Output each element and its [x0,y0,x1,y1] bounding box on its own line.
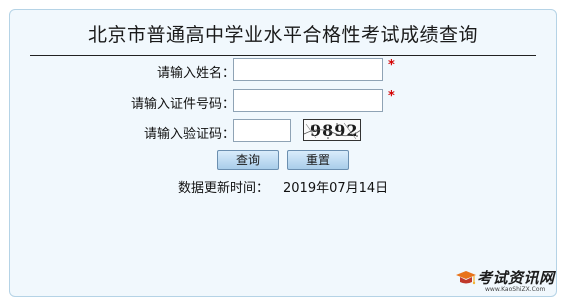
name-required-mark: * [388,58,395,73]
update-time-value: 2019年07月14日 [283,181,389,196]
update-time: 数据更新时间： 2019年07月14日 [178,177,388,196]
captcha-image[interactable]: 9892 [303,119,361,141]
id-required-mark: * [388,89,395,104]
captcha-label: 请输入验证码： [143,127,235,142]
mortarboard-icon [456,271,476,285]
update-time-label: 数据更新时间： [178,181,270,196]
name-input[interactable] [233,58,383,81]
reset-button[interactable]: 重置 [287,150,349,170]
site-watermark: 考试资讯网 www.KaoShiZX.Com [455,265,559,295]
captcha-input[interactable] [233,119,291,142]
id-number-input[interactable] [233,89,383,112]
name-label: 请输入姓名： [156,66,235,81]
title-divider [30,55,536,56]
site-url: www.KaoShiZX.Com [485,286,546,293]
query-button[interactable]: 查询 [217,150,279,170]
site-name: 考试资讯网 [477,269,555,287]
captcha-noise [304,122,360,140]
id-number-label: 请输入证件号码： [130,97,235,112]
query-panel: 北京市普通高中学业水平合格性考试成绩查询 请输入姓名： * 请输入证件号码： *… [9,9,557,297]
page-title: 北京市普通高中学业水平合格性考试成绩查询 [87,24,478,46]
